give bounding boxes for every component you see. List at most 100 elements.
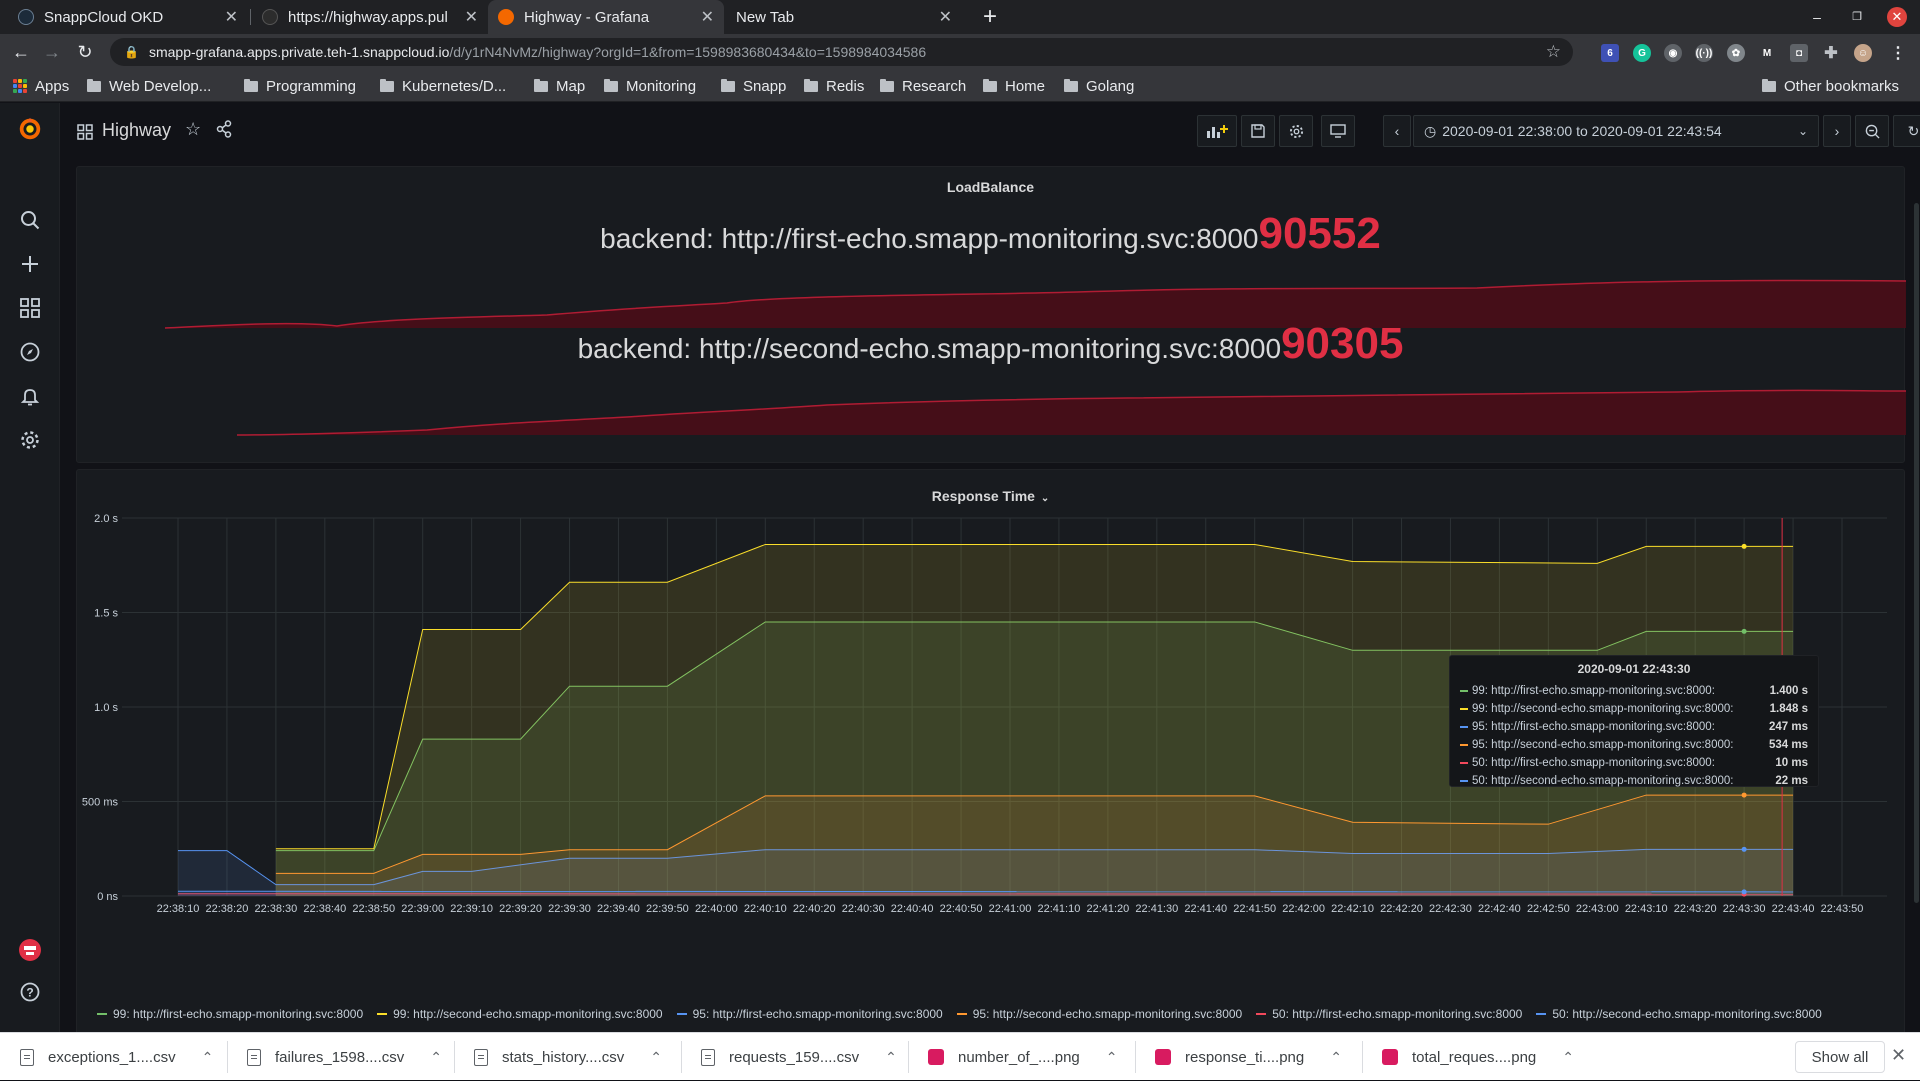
new-tab-plus-icon[interactable]: + xyxy=(976,3,1004,31)
close-window-icon[interactable]: ✕ xyxy=(1887,7,1907,27)
octotree-extension-icon[interactable]: ◉ xyxy=(1664,44,1682,62)
extension-icon[interactable]: 6 xyxy=(1601,44,1619,62)
stat-label: backend: http://second-echo.smapp-monito… xyxy=(578,333,1282,364)
help-question-icon[interactable]: ? xyxy=(17,979,43,1005)
back-arrow-icon[interactable]: ← xyxy=(9,40,33,64)
folder-icon xyxy=(534,81,548,92)
time-shift-forward-button[interactable]: › xyxy=(1823,115,1851,147)
tab-new-tab[interactable]: New Tab ✕ xyxy=(726,0,962,34)
zoom-out-button[interactable] xyxy=(1855,115,1889,147)
chevron-right-icon: › xyxy=(1835,123,1840,139)
legend-color-swatch xyxy=(957,1013,967,1015)
m-extension-icon[interactable]: M xyxy=(1758,44,1776,62)
bookmark-research[interactable]: Research xyxy=(880,76,966,96)
restore-window-icon[interactable]: ❐ xyxy=(1844,4,1870,30)
tab-snappcloud-okd[interactable]: SnappCloud OKD ✕ xyxy=(8,0,248,34)
dashboard-title[interactable]: Highway xyxy=(102,120,171,141)
legend-item[interactable]: 99: http://second-echo.smapp-monitoring.… xyxy=(377,1007,662,1021)
close-tab-icon[interactable]: ✕ xyxy=(225,7,238,27)
show-all-downloads-button[interactable]: Show all xyxy=(1795,1041,1885,1073)
close-tab-icon[interactable]: ✕ xyxy=(465,7,478,27)
tooltip-label: 95: http://second-echo.smapp-monitoring.… xyxy=(1472,739,1769,751)
chevron-up-icon[interactable]: ⌃ xyxy=(885,1049,897,1066)
download-separator xyxy=(908,1041,909,1073)
bookmark-monitoring[interactable]: Monitoring xyxy=(604,76,696,96)
tooltip-row: 95: http://second-echo.smapp-monitoring.… xyxy=(1460,736,1808,754)
time-shift-back-button[interactable]: ‹ xyxy=(1383,115,1411,147)
grammarly-extension-icon[interactable]: G xyxy=(1633,44,1651,62)
profile-avatar-icon[interactable]: ☺ xyxy=(1854,44,1872,62)
puzzle-extensions-icon[interactable]: ✚ xyxy=(1822,44,1840,62)
search-icon[interactable] xyxy=(17,207,43,233)
page-scrollbar[interactable] xyxy=(1914,203,1919,903)
legend-item[interactable]: 95: http://second-echo.smapp-monitoring.… xyxy=(957,1007,1242,1021)
bookmark-snapp[interactable]: Snapp xyxy=(721,76,786,96)
configuration-gear-icon[interactable] xyxy=(17,427,43,453)
explore-compass-icon[interactable] xyxy=(17,339,43,365)
y-tick-label: 1.0 s xyxy=(94,702,118,714)
time-picker-button[interactable]: ◷ 2020-09-01 22:38:00 to 2020-09-01 22:4… xyxy=(1413,115,1819,147)
close-tab-icon[interactable]: ✕ xyxy=(701,7,714,27)
legend-color-swatch xyxy=(97,1013,107,1015)
legend-item[interactable]: 95: http://first-echo.smapp-monitoring.s… xyxy=(677,1007,943,1021)
minimize-window-icon[interactable]: – xyxy=(1804,4,1830,30)
chevron-up-icon[interactable]: ⌃ xyxy=(202,1049,214,1066)
y-tick-label: 2.0 s xyxy=(94,513,118,525)
download-item[interactable]: requests_159....csv⌃ xyxy=(681,1033,908,1081)
forward-arrow-icon[interactable]: → xyxy=(40,40,64,64)
url-host: smapp-grafana.apps.private.teh-1.snappcl… xyxy=(149,44,449,60)
dashboard-settings-button[interactable] xyxy=(1279,115,1313,147)
bookmark-map[interactable]: Map xyxy=(534,76,585,96)
document-file-icon xyxy=(20,1049,34,1066)
bookmark-golang[interactable]: Golang xyxy=(1064,76,1134,96)
download-item[interactable]: number_of_....png⌃ xyxy=(908,1033,1135,1081)
gray-extension-icon[interactable]: ✿ xyxy=(1727,44,1745,62)
bookmark-apps[interactable]: Apps xyxy=(13,76,69,96)
download-item[interactable]: stats_history....csv⌃ xyxy=(454,1033,681,1081)
download-item[interactable]: exceptions_1....csv⌃ xyxy=(0,1033,227,1081)
view-mode-button[interactable] xyxy=(1321,115,1355,147)
add-panel-button[interactable] xyxy=(1197,115,1237,147)
favorite-star-icon[interactable]: ☆ xyxy=(185,119,201,140)
bookmark-web-develop[interactable]: Web Develop... xyxy=(87,76,211,96)
tab-highway-apps[interactable]: https://highway.apps.pul ✕ xyxy=(252,0,488,34)
refresh-button[interactable]: ↻ xyxy=(1893,115,1920,147)
download-item[interactable]: total_reques....png⌃ xyxy=(1362,1033,1589,1081)
chevron-up-icon[interactable]: ⌃ xyxy=(1562,1049,1574,1066)
legend-item[interactable]: 99: http://first-echo.smapp-monitoring.s… xyxy=(97,1007,363,1021)
legend-color-swatch xyxy=(677,1013,687,1015)
close-tab-icon[interactable]: ✕ xyxy=(939,7,952,27)
bookmark-redis[interactable]: Redis xyxy=(804,76,864,96)
wifi-extension-icon[interactable]: ((·)) xyxy=(1695,44,1713,62)
browser-menu-icon[interactable]: ⋮ xyxy=(1889,44,1907,62)
chevron-up-icon[interactable]: ⌃ xyxy=(650,1049,662,1066)
chevron-up-icon[interactable]: ⌃ xyxy=(1330,1049,1342,1066)
camera-extension-icon[interactable]: ◘ xyxy=(1790,44,1808,62)
save-dashboard-button[interactable] xyxy=(1241,115,1275,147)
dashboards-grid-icon[interactable] xyxy=(17,295,43,321)
bookmark-star-icon[interactable]: ☆ xyxy=(1546,42,1561,62)
create-plus-icon[interactable] xyxy=(17,251,43,277)
download-item[interactable]: failures_1598....csv⌃ xyxy=(227,1033,454,1081)
address-bar[interactable]: 🔒 smapp-grafana.apps.private.teh-1.snapp… xyxy=(110,38,1573,66)
reload-icon[interactable]: ↻ xyxy=(73,40,97,64)
legend-item[interactable]: 50: http://second-echo.smapp-monitoring.… xyxy=(1536,1007,1821,1021)
share-icon[interactable] xyxy=(216,120,232,143)
bookmark-other[interactable]: Other bookmarks xyxy=(1762,76,1899,96)
alerting-bell-icon[interactable] xyxy=(17,383,43,409)
x-tick-label: 22:41:40 xyxy=(1184,903,1227,915)
x-tick-label: 22:38:10 xyxy=(157,903,200,915)
tab-highway-grafana[interactable]: Highway - Grafana ✕ xyxy=(488,0,724,34)
bookmark-home[interactable]: Home xyxy=(983,76,1045,96)
grafana-logo-icon[interactable] xyxy=(17,116,43,142)
bookmark-programming[interactable]: Programming xyxy=(244,76,356,96)
bookmark-kubernetes[interactable]: Kubernetes/D... xyxy=(380,76,506,96)
chevron-up-icon[interactable]: ⌃ xyxy=(430,1049,442,1066)
download-separator xyxy=(681,1041,682,1073)
clock-icon: ◷ xyxy=(1424,123,1436,140)
user-avatar-icon[interactable] xyxy=(17,937,43,963)
legend-item[interactable]: 50: http://first-echo.smapp-monitoring.s… xyxy=(1256,1007,1522,1021)
close-shelf-icon[interactable]: ✕ xyxy=(1891,1045,1906,1066)
chevron-up-icon[interactable]: ⌃ xyxy=(1106,1049,1118,1066)
download-item[interactable]: response_ti....png⌃ xyxy=(1135,1033,1362,1081)
